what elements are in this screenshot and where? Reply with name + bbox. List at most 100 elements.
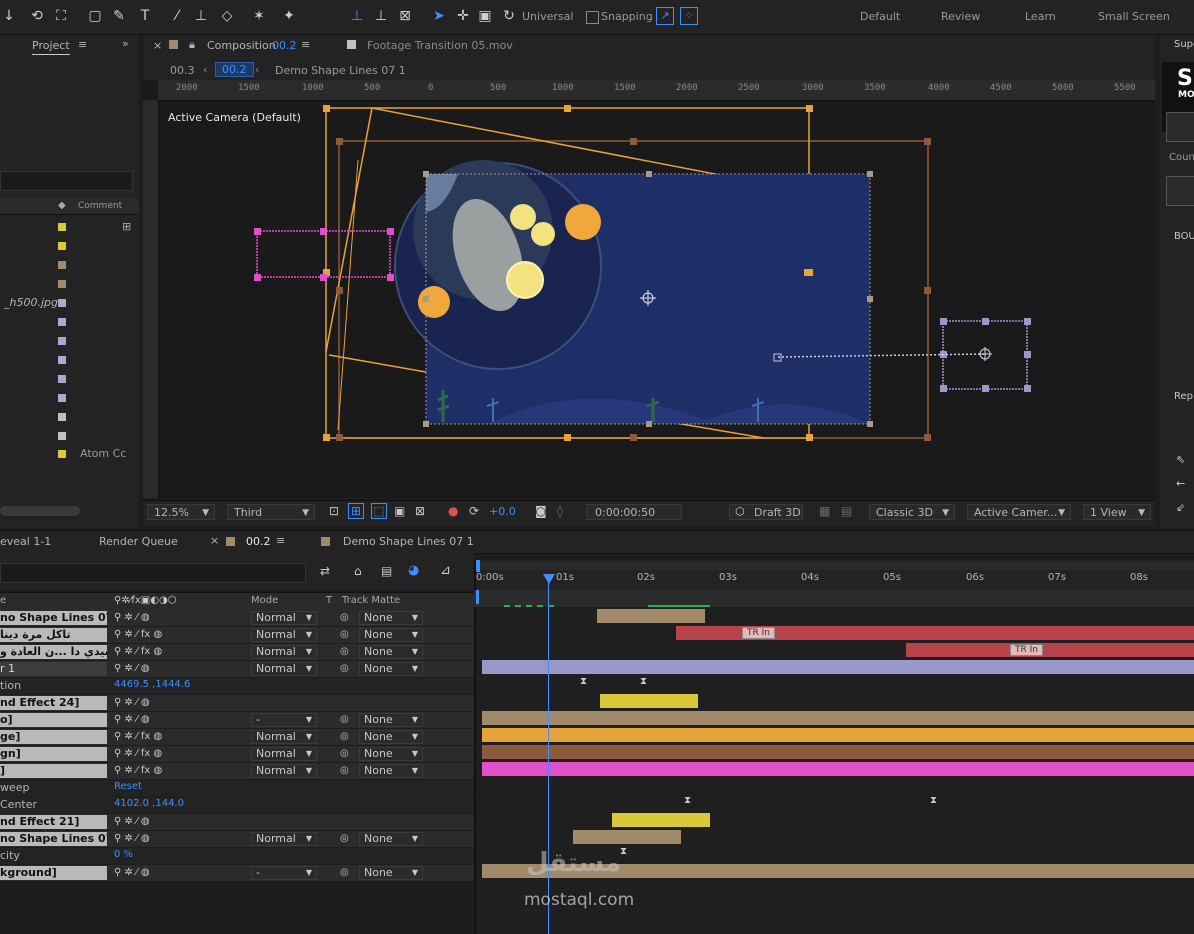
arrow-down-icon[interactable]: ↓ <box>0 7 18 25</box>
count-input[interactable] <box>1166 176 1194 206</box>
close-tab-icon[interactable]: × <box>153 39 162 52</box>
layer-row[interactable]: سيدي دا ...ن العادة و ⚲ ✲ ⁄ fx ◍ Normal ▼ ◎ N… <box>0 644 474 660</box>
comp-canvas-svg[interactable] <box>158 100 1155 498</box>
breadcrumb-prev[interactable]: 00.3 <box>170 64 195 77</box>
spiral-icon[interactable]: ◎ <box>340 730 349 744</box>
layer-duration-bar[interactable] <box>573 830 681 844</box>
layer-name[interactable]: no Shape Lines 07 1] <box>0 611 107 625</box>
layer-name[interactable]: r 1 <box>0 662 107 676</box>
snap-edges-icon[interactable]: ↗ <box>656 7 674 25</box>
panel-menu-icon[interactable]: ≡ <box>78 38 87 51</box>
layer-name[interactable]: Center <box>0 798 107 812</box>
frame-blending-icon[interactable]: ▤ <box>381 564 392 578</box>
workspace-review[interactable]: Review <box>941 10 980 23</box>
zoom-dropdown[interactable]: 12.5% ▼ <box>147 504 215 520</box>
spiral-icon[interactable]: ◎ <box>340 866 349 880</box>
comp-mini-flowchart-icon[interactable]: ⇄ <box>320 564 330 578</box>
graph-editor-icon[interactable]: ⊿ <box>440 563 451 578</box>
layer-row[interactable]: tion 4469.5 ,1444.6 <box>0 678 474 694</box>
layer-duration-bar[interactable] <box>482 711 1194 725</box>
layer-duration-bar[interactable] <box>612 813 710 827</box>
tab-render-queue[interactable]: Render Queue <box>99 535 178 548</box>
layer-row[interactable]: no Shape Lines 07 1] ⚲ ✲ ⁄ ◍ Normal▼ ◎ None▼ <box>0 831 474 847</box>
breadcrumb-current[interactable]: 00.2 <box>215 62 254 77</box>
layer-search-input[interactable] <box>0 563 306 583</box>
pen-tool-icon[interactable]: ✎ <box>110 7 128 25</box>
layer-row[interactable]: ] ⚲ ✲ ⁄ fx ◍ Normal ▼ ◎ None ▼ <box>0 763 474 779</box>
clone-stamp-icon[interactable]: ⊥ <box>192 7 210 25</box>
rectangle-tool-icon[interactable]: ▢ <box>86 7 104 25</box>
arrow-left-icon[interactable]: ← <box>1176 477 1185 490</box>
pan-behind-icon[interactable]: ⛶ <box>52 7 70 25</box>
reset-exposure-icon[interactable]: ⟳ <box>469 504 479 518</box>
layer-mode-dropdown[interactable]: Normal ▼ <box>251 645 317 659</box>
keyframe-icon[interactable]: ⧗ <box>684 795 691 806</box>
brush-tool-icon[interactable]: ⁄ <box>168 7 186 25</box>
project-scrollbar[interactable] <box>0 506 80 516</box>
property-value[interactable]: 0 % <box>114 849 133 860</box>
spiral-icon[interactable]: ◎ <box>340 628 349 642</box>
layer-row[interactable]: r 1 ⚲ ✲ ⁄ ◍ Normal ▼ ◎ None ▼ <box>0 661 474 677</box>
property-value[interactable]: Reset <box>114 781 142 792</box>
region-of-interest-icon[interactable]: ⊡ <box>329 504 339 518</box>
eraser-tool-icon[interactable]: ◇ <box>218 7 236 25</box>
fast-preview-icon[interactable]: ⊠ <box>415 504 425 518</box>
layer-name[interactable]: ] <box>0 764 107 778</box>
camera-dropdown[interactable]: Active Camer... ▼ <box>967 504 1071 520</box>
spiral-icon[interactable]: ◎ <box>340 764 349 778</box>
property-value[interactable]: 4102.0 ,144.0 <box>114 798 184 809</box>
layer-duration-bar[interactable] <box>482 660 1194 674</box>
3d-ground-icon[interactable]: ▦ <box>819 504 830 518</box>
layer-switches-icon[interactable]: ⚲ ✲ ⁄ ◍ <box>114 611 150 625</box>
layer-name[interactable]: nd Effect 24] <box>0 696 107 710</box>
track-matte-dropdown[interactable]: None ▼ <box>359 628 423 642</box>
layer-mode-dropdown[interactable]: Normal ▼ <box>251 747 317 761</box>
track-matte-dropdown[interactable]: None ▼ <box>359 730 423 744</box>
layer-row[interactable]: nd Effect 21] ⚲ ✲ ⁄ ◍ <box>0 814 474 830</box>
tab-comp-active[interactable]: 00.2 <box>246 535 271 548</box>
track-matte-dropdown[interactable]: None ▼ <box>359 662 423 676</box>
layer-switches-icon[interactable]: ⚲ ✲ ⁄ ◍ <box>114 866 150 880</box>
close-tab-icon[interactable]: × <box>210 534 219 547</box>
track-matte-dropdown[interactable]: None ▼ <box>359 645 423 659</box>
layer-duration-bar[interactable] <box>482 745 1194 759</box>
layer-mode-dropdown[interactable]: Normal ▼ <box>251 730 317 744</box>
layer-row[interactable]: nd Effect 24] ⚲ ✲ ⁄ ◍ <box>0 695 474 711</box>
project-tab[interactable]: Project <box>32 39 70 55</box>
workspace-default[interactable]: Default <box>860 10 900 23</box>
snapshot-icon[interactable]: ◙ <box>535 504 547 518</box>
layer-row[interactable]: gn] ⚲ ✲ ⁄ fx ◍ Normal ▼ ◎ None ▼ <box>0 746 474 762</box>
type-tool-icon[interactable]: T <box>136 7 154 25</box>
timecode-display[interactable]: 0:00:00:50 <box>586 504 682 520</box>
layer-switches-icon[interactable]: ⚲ ✲ ⁄ fx ◍ <box>114 628 162 642</box>
layer-row[interactable]: تاكل مرة دينا ⚲ ✲ ⁄ fx ◍ Normal ▼ ◎ None ▼ <box>0 627 474 643</box>
extended-viewer-icon[interactable]: ▤ <box>841 504 852 518</box>
track-matte-dropdown[interactable]: None ▼ <box>359 866 423 880</box>
layer-row[interactable]: Center 4102.0 ,144.0 <box>0 797 474 813</box>
track-matte-dropdown[interactable]: None ▼ <box>359 832 423 846</box>
spiral-icon[interactable]: ◎ <box>340 747 349 761</box>
tab-reveal[interactable]: eveal 1-1 <box>0 535 51 548</box>
layer-switches-icon[interactable]: ⚲ ✲ ⁄ ◍ <box>114 662 150 676</box>
rotate-icon[interactable]: ⟲ <box>28 7 46 25</box>
plugin-input[interactable] <box>1166 112 1194 142</box>
project-item-filename[interactable]: _h500.jpg <box>4 296 58 309</box>
spiral-icon[interactable]: ◎ <box>340 832 349 846</box>
layer-duration-bar[interactable] <box>482 728 1194 742</box>
layer-mode-dropdown[interactable]: Normal ▼ <box>251 764 317 778</box>
track-matte-dropdown[interactable]: None ▼ <box>359 764 423 778</box>
scale-tool-icon[interactable]: ▣ <box>476 7 494 25</box>
anchor-handle[interactable] <box>804 269 811 276</box>
layer-switches-icon[interactable]: ⚲ ✲ ⁄ fx ◍ <box>114 764 162 778</box>
selection-tool-icon[interactable]: ➤ <box>430 7 448 25</box>
layer-switches-icon[interactable]: ⚲ ✲ ⁄ fx ◍ <box>114 645 162 659</box>
navigator-start[interactable] <box>476 590 479 604</box>
layer-duration-bar[interactable] <box>482 762 1194 776</box>
move-tool-icon[interactable]: ✛ <box>454 7 472 25</box>
spiral-icon[interactable]: ◎ <box>340 662 349 676</box>
layer-switches-icon[interactable]: ⚲ ✲ ⁄ fx ◍ <box>114 747 162 761</box>
tab-demo-shape[interactable]: Demo Shape Lines 07 1 <box>343 535 474 548</box>
composition-tab-comp[interactable]: 00.2 <box>272 39 297 52</box>
layer-name[interactable]: weep <box>0 781 107 795</box>
layer-mode-dropdown[interactable]: - ▼ <box>251 713 317 727</box>
